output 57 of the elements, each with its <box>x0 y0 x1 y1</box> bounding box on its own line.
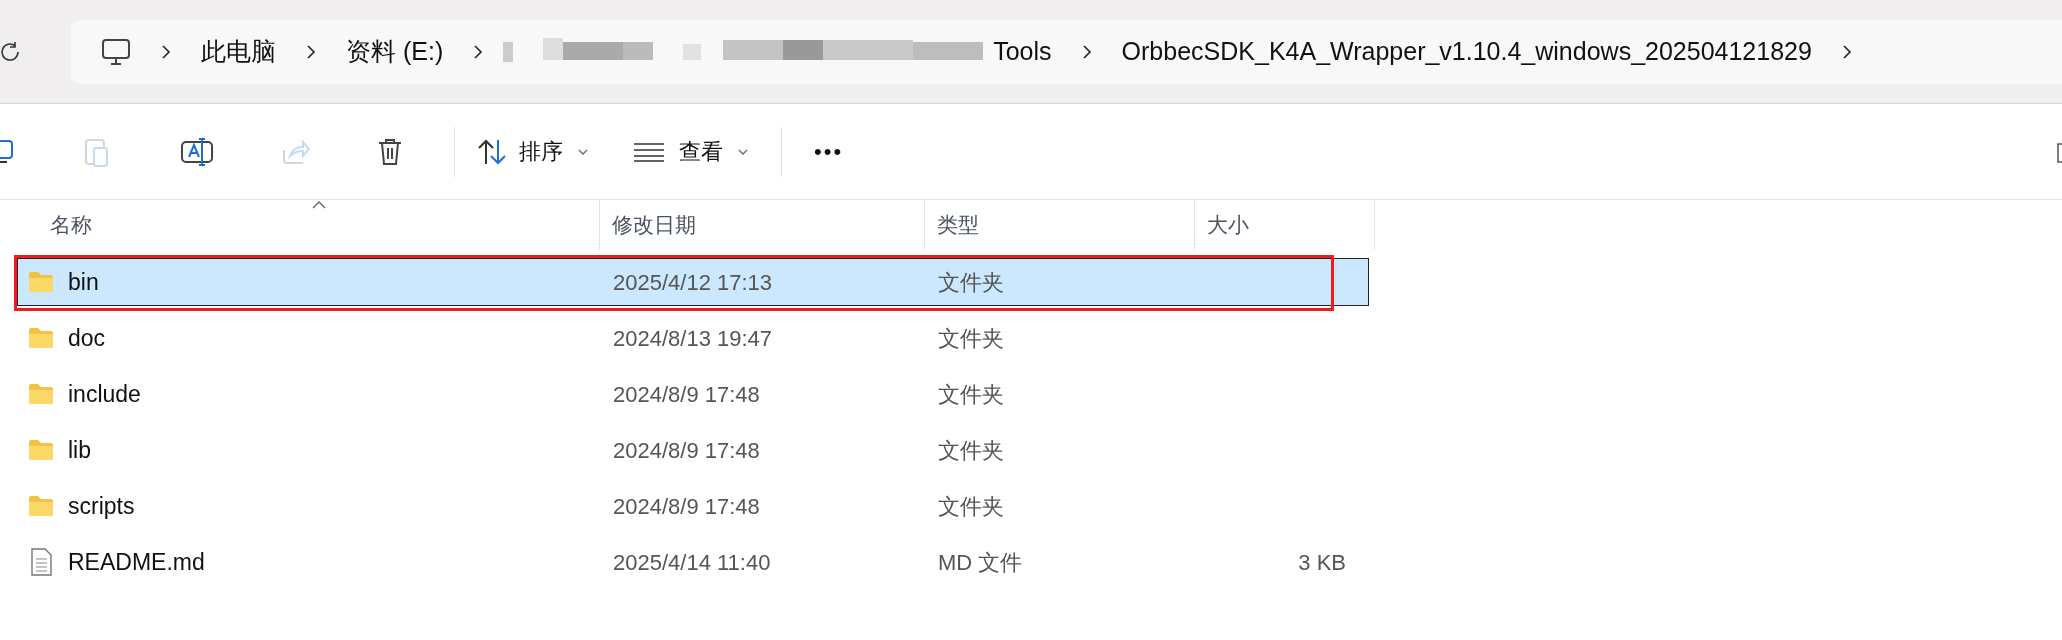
modified-date: 2024/8/9 17:48 <box>613 493 760 519</box>
folder-icon <box>28 495 54 517</box>
column-header[interactable]: 修改日期 <box>600 200 925 250</box>
modified-date: 2025/4/14 11:40 <box>613 549 771 575</box>
sort-caret-icon <box>311 200 328 209</box>
file-row[interactable]: scripts 2024/8/9 17:48 文件夹 <box>17 482 1369 530</box>
overflow-icon <box>2056 142 2062 164</box>
file-name: README.md <box>68 547 205 577</box>
chevron-right-icon <box>1081 42 1092 61</box>
folder-icon <box>28 271 54 293</box>
column-header[interactable]: 类型 <box>925 200 1195 250</box>
file-name: doc <box>68 323 106 353</box>
address-bar[interactable]: 此电脑 资料 (E:) Tools OrbbecSDK_K4A_Wrapper_v1.10.4_windows_202504121829 <box>71 19 2062 84</box>
file-name: lib <box>68 435 91 465</box>
chevron-down-icon <box>577 147 589 156</box>
sort-icon <box>477 137 507 166</box>
folder-icon <box>28 327 54 349</box>
file-type: 文件夹 <box>938 381 1004 407</box>
more-button[interactable]: ••• <box>792 135 866 168</box>
document-icon <box>28 548 54 576</box>
file-row[interactable]: include 2024/8/9 17:48 文件夹 <box>17 370 1369 418</box>
file-name: include <box>68 379 141 409</box>
breadcrumb-item[interactable]: 此电脑 <box>201 32 276 71</box>
breadcrumb-item[interactable]: OrbbecSDK_K4A_Wrapper_v1.10.4_windows_202504121829 <box>1121 32 1812 71</box>
sort-button[interactable]: 排序 <box>465 126 601 177</box>
file-name: bin <box>68 267 99 297</box>
chevron-right-icon <box>306 42 316 61</box>
column-header[interactable]: 大小 <box>1195 200 1375 250</box>
modified-date: 2024/8/13 19:47 <box>613 325 773 351</box>
view-button[interactable]: 查看 <box>621 126 761 177</box>
modified-date: 2024/8/9 17:48 <box>613 381 760 407</box>
breadcrumb-item[interactable]: Tools <box>993 32 1052 71</box>
file-type: 文件夹 <box>938 325 1004 351</box>
folder-icon <box>28 383 54 405</box>
modified-date: 2025/4/12 17:13 <box>613 269 773 295</box>
file-size: 3 KB <box>1298 548 1346 577</box>
chevron-right-icon <box>161 42 171 61</box>
chevron-down-icon <box>737 147 749 156</box>
file-type: MD 文件 <box>938 549 1023 575</box>
folder-icon <box>28 439 54 461</box>
file-type: 文件夹 <box>938 269 1004 295</box>
file-row[interactable]: README.md 2025/4/14 11:40 MD 文件 3 KB <box>17 538 1369 586</box>
file-type: 文件夹 <box>938 437 1004 463</box>
computer-icon[interactable] <box>101 36 131 67</box>
file-type: 文件夹 <box>938 493 1004 519</box>
file-row[interactable]: doc 2024/8/13 19:47 文件夹 <box>17 314 1369 362</box>
file-name: scripts <box>68 491 135 521</box>
refresh-icon[interactable] <box>0 39 22 64</box>
column-header[interactable]: 名称 <box>0 200 600 250</box>
list-icon <box>633 141 665 162</box>
file-row[interactable]: lib 2024/8/9 17:48 文件夹 <box>17 426 1369 474</box>
chevron-right-icon <box>473 42 484 61</box>
breadcrumb-item[interactable]: 资料 (E:) <box>346 32 444 71</box>
rename-icon[interactable] <box>180 136 214 167</box>
chevron-right-icon <box>1841 42 1852 61</box>
modified-date: 2024/8/9 17:48 <box>613 437 760 463</box>
delete-icon[interactable] <box>376 136 404 167</box>
